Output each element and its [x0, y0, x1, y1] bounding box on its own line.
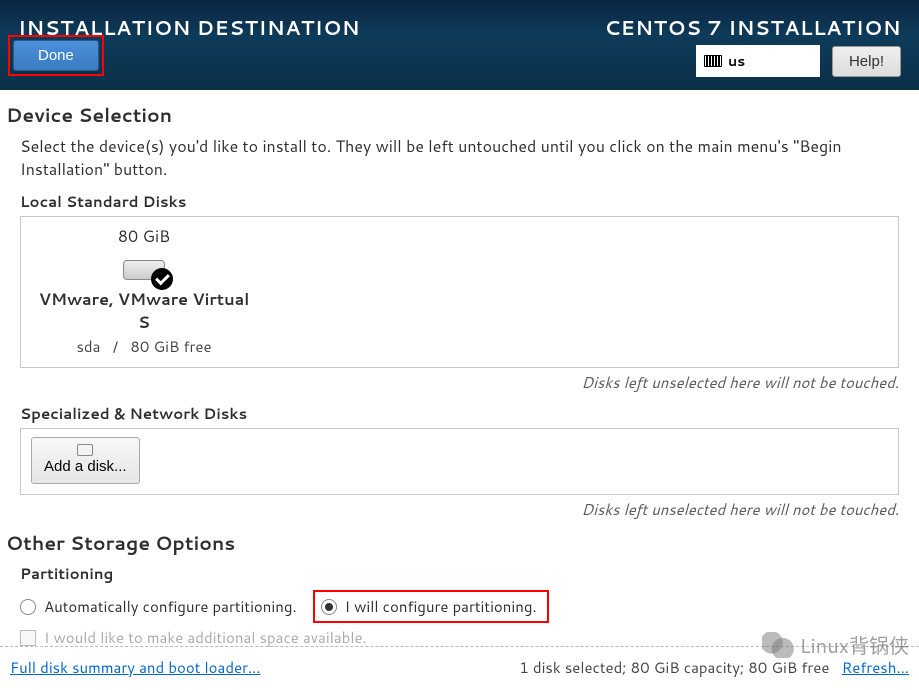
- auto-partition-label: Automatically configure partitioning.: [44, 596, 297, 617]
- network-disks-note: Disks left unselected here will not be t…: [6, 499, 899, 520]
- footer-right: 1 disk selected; 80 GiB capacity; 80 GiB…: [519, 657, 909, 678]
- add-disk-button[interactable]: Add a disk...: [31, 437, 140, 484]
- radio-icon: [20, 599, 36, 615]
- local-disks-heading: Local Standard Disks: [20, 191, 913, 212]
- disk-item[interactable]: 80 GiB VMware, VMware Virtual S sda / 80…: [31, 225, 257, 357]
- full-disk-summary-link[interactable]: Full disk summary and boot loader...: [10, 657, 261, 678]
- refresh-link[interactable]: Refresh...: [842, 657, 909, 678]
- network-disks-box: Add a disk...: [20, 428, 899, 495]
- storage-options-heading: Other Storage Options: [6, 530, 913, 557]
- manual-partition-highlight: I will configure partitioning.: [313, 590, 549, 623]
- keyboard-layout-indicator[interactable]: us: [696, 45, 820, 77]
- disk-name: VMware, VMware Virtual S: [31, 288, 257, 334]
- header-right-controls: us Help!: [696, 45, 901, 77]
- partitioning-label: Partitioning: [20, 563, 913, 584]
- disk-subinfo: sda / 80 GiB free: [31, 336, 257, 357]
- disk-size: 80 GiB: [31, 225, 257, 248]
- network-disks-heading: Specialized & Network Disks: [20, 403, 913, 424]
- radio-icon: [321, 599, 337, 615]
- keyboard-icon: [704, 55, 722, 67]
- done-button[interactable]: Done: [13, 40, 99, 71]
- device-selection-heading: Device Selection: [6, 102, 913, 129]
- disk-free: 80 GiB free: [130, 336, 211, 357]
- keyboard-layout-label: us: [728, 51, 745, 71]
- hard-drive-icon: [119, 252, 169, 284]
- done-button-highlight: Done: [8, 35, 104, 76]
- local-disks-note: Disks left unselected here will not be t…: [6, 372, 899, 393]
- disk-separator: /: [113, 336, 118, 357]
- content-area: Device Selection Select the device(s) yo…: [0, 90, 919, 648]
- manual-partition-label: I will configure partitioning.: [345, 596, 537, 617]
- add-disk-icon: [77, 444, 93, 456]
- device-selection-description: Select the device(s) you'd like to insta…: [20, 135, 899, 181]
- disk-status-text: 1 disk selected; 80 GiB capacity; 80 GiB…: [519, 657, 829, 678]
- footer-bar: Full disk summary and boot loader... 1 d…: [0, 646, 919, 678]
- partitioning-radio-group: Automatically configure partitioning. I …: [20, 590, 913, 623]
- manual-partition-radio[interactable]: I will configure partitioning.: [321, 596, 537, 617]
- product-title: CENTOS 7 INSTALLATION: [604, 14, 901, 42]
- add-disk-label: Add a disk...: [44, 458, 127, 475]
- checkbox-icon: [20, 630, 36, 646]
- auto-partition-radio[interactable]: Automatically configure partitioning.: [20, 596, 297, 617]
- header-bar: INSTALLATION DESTINATION CENTOS 7 INSTAL…: [0, 0, 919, 90]
- help-button[interactable]: Help!: [832, 46, 901, 77]
- disk-device: sda: [76, 336, 100, 357]
- checkmark-icon: [151, 268, 173, 290]
- local-disks-box: 80 GiB VMware, VMware Virtual S sda / 80…: [20, 216, 899, 368]
